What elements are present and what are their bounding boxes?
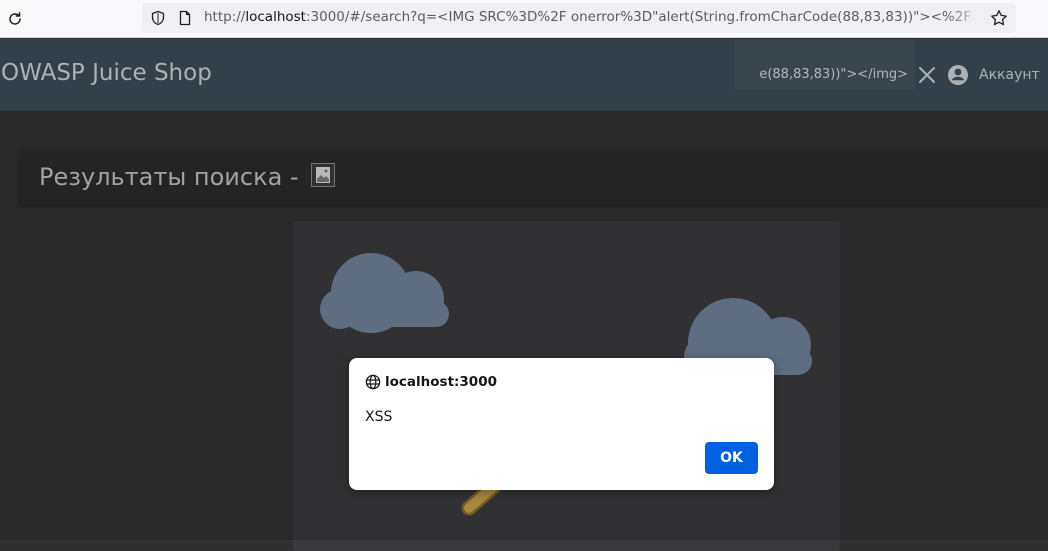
url-text[interactable]: http://localhost:3000/#/search?q=<IMG SR… <box>204 9 984 27</box>
alert-dialog: localhost:3000 XSS OK <box>349 358 774 490</box>
url-path: :3000/#/search?q=<IMG SRC%3D%2F onerror%… <box>305 9 972 25</box>
page-icon <box>179 10 191 26</box>
url-scheme: http:// <box>204 9 246 25</box>
url-host: localhost <box>245 9 306 25</box>
alert-message: XSS <box>365 409 393 425</box>
globe-icon <box>365 374 381 390</box>
ok-button[interactable]: OK <box>705 442 758 474</box>
alert-origin: localhost:3000 <box>385 374 497 390</box>
star-icon[interactable] <box>990 9 1008 27</box>
shield-icon[interactable] <box>150 10 166 26</box>
url-bar[interactable]: http://localhost:3000/#/search?q=<IMG SR… <box>142 3 1016 33</box>
browser-toolbar: http://localhost:3000/#/search?q=<IMG SR… <box>0 0 1048 38</box>
reload-icon[interactable] <box>4 8 26 30</box>
